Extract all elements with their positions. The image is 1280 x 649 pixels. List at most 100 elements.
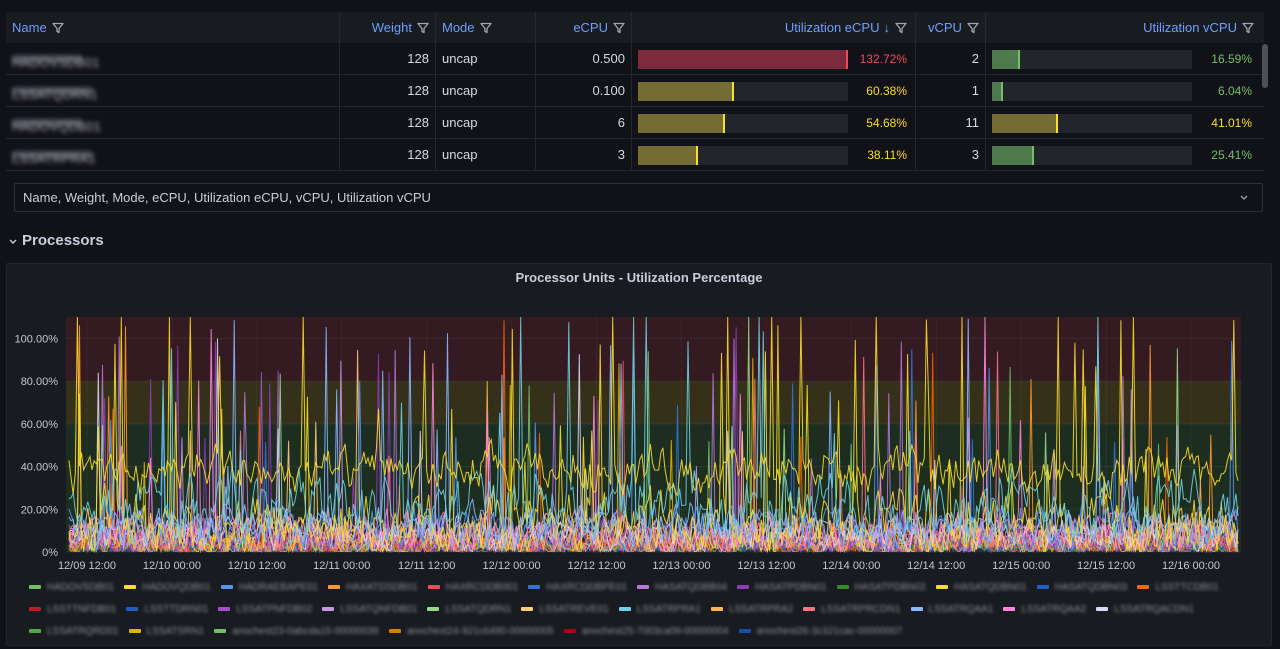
legend-item[interactable]: LSSATRQRD01 — [29, 620, 119, 642]
utilization-chart[interactable]: 0% 20.00% 40.00% 60.00% 80.00% 100.00% 12/09 1… — [7, 264, 1271, 574]
legend-item[interactable]: HASATPDBN01 — [737, 576, 827, 598]
legend-item[interactable]: anochest24-921c6490-00000005 — [388, 620, 554, 642]
legend-item[interactable]: LSSTTNFDB01 — [29, 598, 116, 620]
col-header-weight[interactable]: Weight — [340, 12, 436, 43]
legend-item[interactable]: LSSATQDRN1 — [427, 598, 511, 620]
gauge-fill — [638, 146, 697, 165]
table-row: LSSATQDRN1 128 uncap 0.100 60.38% 1 6.04… — [6, 75, 1264, 107]
col-header-mode[interactable]: Mode — [436, 12, 536, 43]
legend-label: HADOVSDB01 — [47, 581, 115, 593]
x-tick-label: 12/10 00:00 — [143, 560, 201, 572]
filter-icon[interactable] — [479, 22, 492, 34]
legend-item[interactable]: HADOVQDB01 — [124, 576, 211, 598]
col-header-utilization-ecpu[interactable]: Utilization eCPU ↓ — [632, 12, 916, 43]
filter-icon[interactable] — [613, 22, 625, 34]
cell-vcpu: 11 — [916, 107, 986, 138]
cell-utilization-vcpu: 41.01% — [986, 107, 1264, 138]
legend-swatch — [1096, 607, 1109, 611]
legend-label: LSSATRPRCDN1 — [821, 603, 901, 615]
filter-icon[interactable] — [417, 22, 429, 34]
legend-item[interactable]: HAXRCDDBPE01 — [528, 576, 627, 598]
legend-label: LSSATQNFDB01 — [340, 603, 418, 615]
legend-label: LSSTTNFDB01 — [47, 603, 117, 615]
chevron-down-icon — [9, 239, 17, 244]
legend-item[interactable]: LSSATQNFDB01 — [322, 598, 417, 620]
threshold-band-red — [66, 317, 1241, 382]
gauge-tip — [696, 146, 699, 165]
legend-item[interactable]: LSSATRPRA2 — [710, 598, 793, 620]
legend-label: anochest25-7003ca09-00000004 — [581, 625, 729, 637]
legend-label: LSSATQDRN1 — [445, 603, 512, 615]
legend-item[interactable]: LSSATRQAA2 — [1003, 598, 1086, 620]
legend-item[interactable]: LSSATSRN1 — [128, 620, 205, 642]
table-header: Name Weight Mode eCPU Utilization eCPU ↓… — [6, 12, 1264, 43]
legend-item[interactable]: HADOVSDB01 — [29, 576, 114, 598]
utilization-ecpu-gauge — [638, 114, 848, 133]
gauge-tip — [1031, 146, 1034, 165]
column-select[interactable]: Name, Weight, Mode, eCPU, Utilization eC… — [14, 183, 1263, 212]
table-scrollbar[interactable] — [1262, 44, 1268, 88]
utilization-ecpu-gauge — [638, 146, 848, 165]
utilization-vcpu-value: 25.41% — [1211, 147, 1252, 162]
y-tick-label: 0% — [42, 547, 58, 559]
vm-table: Name Weight Mode eCPU Utilization eCPU ↓… — [6, 12, 1272, 178]
gauge-fill — [992, 114, 1056, 133]
legend-swatch — [637, 585, 650, 589]
legend-item[interactable]: HAXRCDDB001 — [427, 576, 518, 598]
gauge-tip — [722, 114, 725, 133]
utilization-vcpu-gauge — [992, 146, 1192, 165]
redacted-name: HADOVQDB01 — [12, 119, 101, 134]
legend-item[interactable]: anochest26-3c321cac-00000007 — [738, 620, 902, 642]
col-header-vcpu[interactable]: vCPU — [916, 12, 986, 43]
cell-utilization-ecpu: 38.11% — [632, 139, 916, 170]
threshold-band-yellow — [66, 381, 1241, 424]
legend-label: LSSTTCDB01 — [1155, 581, 1219, 593]
col-header-name[interactable]: Name — [6, 12, 340, 43]
filter-icon[interactable] — [1242, 22, 1254, 34]
x-tick-label: 12/16 00:00 — [1162, 560, 1220, 572]
legend-item[interactable]: anochest25-7003ca09-00000004 — [563, 620, 729, 642]
legend-item[interactable]: LSSATRQACDN1 — [1096, 598, 1194, 620]
utilization-ecpu-value: 132.72% — [859, 51, 907, 66]
filter-icon[interactable] — [52, 22, 64, 34]
legend-item[interactable]: LSSATREVE01 — [521, 598, 609, 620]
legend-item[interactable]: LSSTTCDB01 — [1137, 576, 1219, 598]
gauge-fill — [638, 114, 723, 133]
gauge-tip — [1055, 114, 1058, 133]
x-tick-label: 12/09 12:00 — [58, 560, 116, 572]
legend-label: anochest23-0abcda15-00000036 — [232, 625, 379, 637]
legend-swatch — [124, 585, 137, 589]
legend-item[interactable]: LSSATRQAA1 — [910, 598, 993, 620]
legend-item[interactable]: HADRAEBAPE01 — [220, 576, 318, 598]
legend-item[interactable]: HASATQDBN03 — [1036, 576, 1128, 598]
legend-item[interactable]: HASATPDBN02 — [836, 576, 926, 598]
filter-icon[interactable] — [895, 22, 907, 34]
processors-row-toggle[interactable]: Processors — [8, 232, 104, 249]
gauge-tip — [731, 82, 734, 101]
col-header-utilization-vcpu[interactable]: Utilization vCPU — [986, 12, 1264, 43]
legend-item[interactable]: HASATQDBB04 — [637, 576, 727, 598]
legend-item[interactable]: LSSATRPRCDN1 — [803, 598, 901, 620]
utilization-vcpu-gauge — [992, 50, 1192, 69]
col-header-label: eCPU — [573, 20, 608, 35]
legend-swatch — [427, 607, 440, 611]
legend-item[interactable]: anochest23-0abcda15-00000036 — [214, 620, 379, 642]
legend-swatch — [910, 607, 923, 611]
col-header-ecpu[interactable]: eCPU — [536, 12, 632, 43]
legend-label: HASATQDBN03 — [1054, 581, 1128, 593]
legend-item[interactable]: HAXATDSDB01 — [328, 576, 418, 598]
col-header-label: Utilization eCPU — [784, 20, 880, 35]
y-tick-label: 100.00% — [15, 333, 59, 345]
gauge-fill — [638, 50, 846, 69]
legend-label: LSSATSRN1 — [146, 625, 205, 637]
legend-item[interactable]: LSSATPNFDB02 — [218, 598, 312, 620]
filter-icon[interactable] — [967, 22, 979, 34]
legend-item[interactable]: HASATQDBN01 — [936, 576, 1027, 598]
cell-mode: uncap — [436, 75, 536, 106]
col-header-label: Mode — [442, 20, 475, 35]
col-header-label: Weight — [371, 20, 412, 35]
legend-item[interactable]: LSSATRPRA1 — [618, 598, 701, 620]
legend-label: LSSATPNFDB02 — [236, 603, 313, 615]
column-select-value: Name, Weight, Mode, eCPU, Utilization eC… — [23, 190, 431, 205]
legend-item[interactable]: LSSTTDRN01 — [126, 598, 208, 620]
